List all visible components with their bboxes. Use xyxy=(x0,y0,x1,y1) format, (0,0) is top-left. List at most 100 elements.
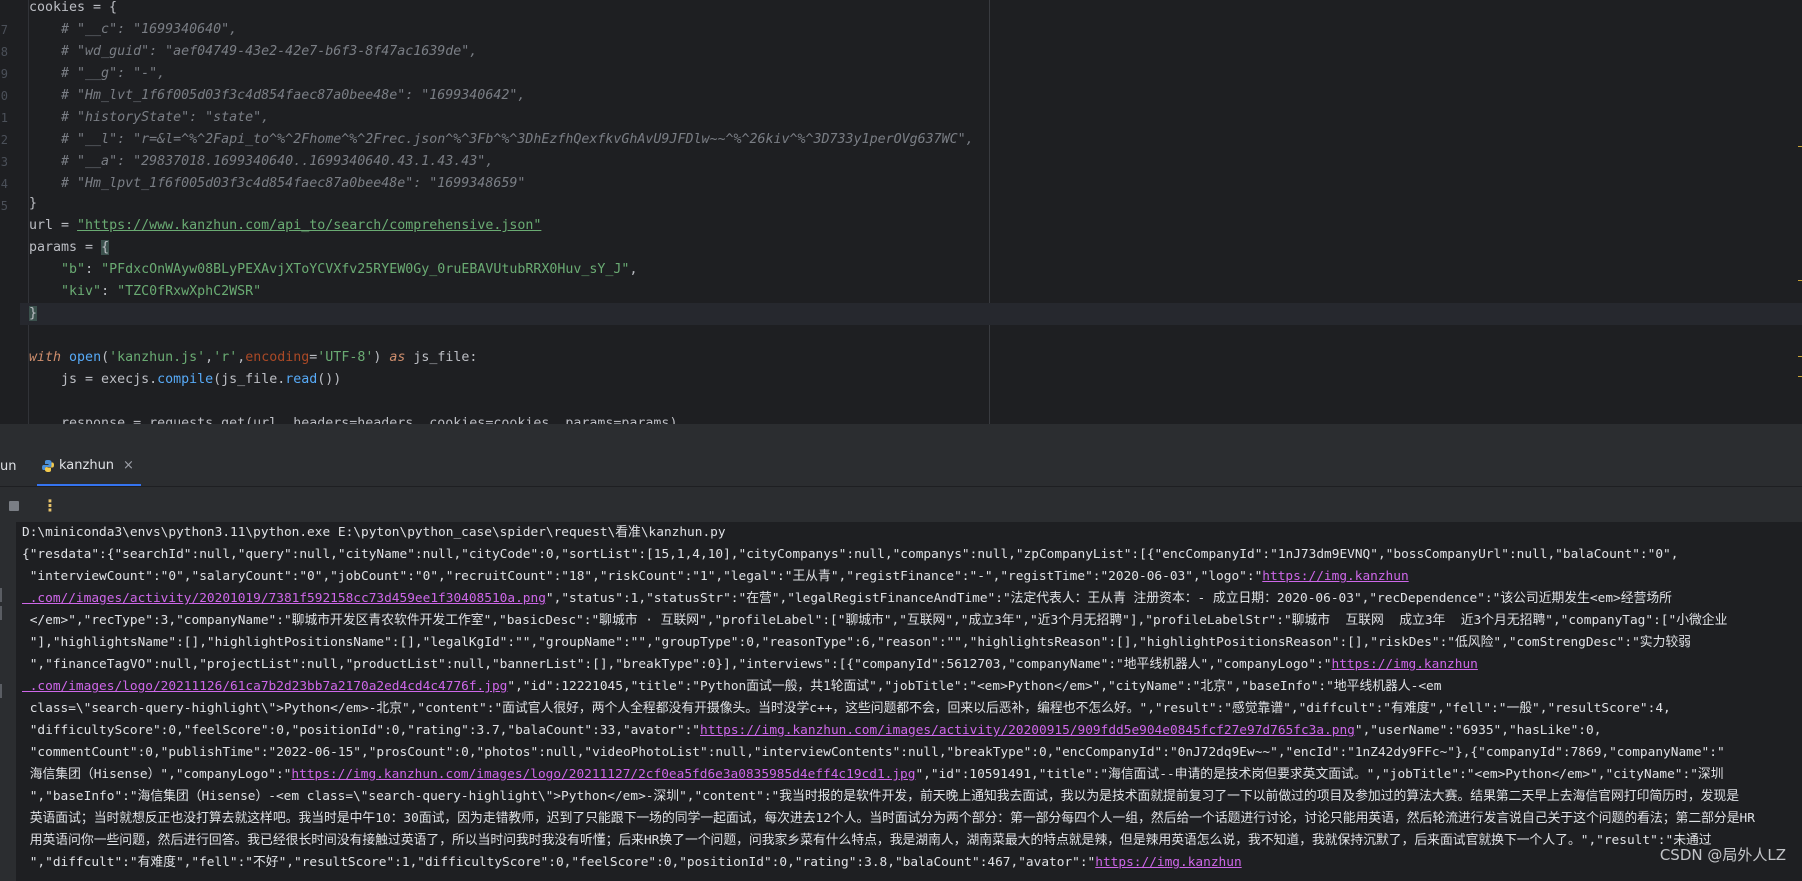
run-tab-bar: un kanzhun × xyxy=(0,446,1802,487)
console-output-line: 用英语问你一些问题，然后进行回答。我已经很长时间没有接触过英语了，所以当时问我时… xyxy=(22,830,1802,852)
console-text: class=\"search-query-highlight\">Python<… xyxy=(22,701,1671,716)
code-editor[interactable]: 7 8 9 0 1 2 3 4 5 cookies = { # "__c": "16993406… xyxy=(0,0,1802,424)
warning-marker[interactable] xyxy=(1798,356,1802,357)
console-link[interactable]: .com//images/activity/20201019/7381f5921… xyxy=(22,591,546,606)
console-text: "commentCount":0,"publishTime":"2022-06-… xyxy=(22,745,1725,760)
current-line-highlight xyxy=(20,303,1802,325)
console-text: 英语面试；当时就想反正也没打算去就这样吧。我当时是中午10：30面试，因为走错教… xyxy=(22,811,1755,826)
more-options-icon[interactable]: ⋮ xyxy=(42,496,58,515)
console-link[interactable]: .com/images/logo/20211126/61ca7b2d23bb7a… xyxy=(22,679,508,694)
line-number: 3 xyxy=(0,155,8,169)
console-text: </em>","recType":3,"companyName":"聊城市开发区… xyxy=(22,613,1728,628)
console-text: ","status":1,"statusStr":"在营","legalRegi… xyxy=(545,591,1672,606)
cookie-comment: # "wd_guid": "aef04749-43e2-42e7-b6f3-8f… xyxy=(61,44,478,59)
console-output-line: {"resdata":{"searchId":null,"query":null… xyxy=(22,544,1802,566)
console-text: ","id":10591491,"title":"海信面试--申请的是技术岗但要… xyxy=(915,767,1724,782)
console-output-line: "interviewCount":"0","salaryCount":"0","… xyxy=(22,566,1802,588)
code-line[interactable]: cookies = { xyxy=(29,0,117,19)
run-tab-label: kanzhun xyxy=(59,458,115,473)
code-line[interactable]: js = execjs.compile(js_file.read()) xyxy=(29,369,341,391)
stop-icon[interactable] xyxy=(9,501,19,511)
console-output-line: ","financeTagVO":null,"projectList":null… xyxy=(22,654,1802,676)
fold-marker xyxy=(0,588,2,602)
code-line[interactable]: # "__c": "1699340640", xyxy=(29,19,237,41)
console-output-line: 英语面试；当时就想反正也没打算去就这样吧。我当时是中午10：30面试，因为走错教… xyxy=(22,808,1802,830)
param-kiv-key: "kiv" xyxy=(61,284,102,299)
close-icon[interactable]: × xyxy=(123,458,134,473)
code-line[interactable]: # "__a": "29837018.1699340640..169934064… xyxy=(29,151,493,173)
console-link[interactable]: https://img.kanzhun xyxy=(1262,569,1408,584)
code-line[interactable]: "kiv": "TZC0fRxwXphC2WSR" xyxy=(29,281,261,303)
params-close-brace: } xyxy=(29,306,38,321)
js-assignment: js = execjs. xyxy=(61,372,158,387)
console-output-line: ","diffcult":"有难度","fell":"不好","resultSc… xyxy=(22,852,1802,874)
console-link[interactable]: https://img.kanzhun.com/images/logo/2021… xyxy=(291,767,915,782)
run-tab-previous[interactable]: un xyxy=(0,459,16,474)
console-output-line: .com//images/activity/20201019/7381f5921… xyxy=(22,588,1802,610)
with-target: js_file: xyxy=(405,350,478,365)
console-output-line: "difficultyScore":0,"feelScore":0,"posit… xyxy=(22,720,1802,742)
closing-brace: } xyxy=(29,196,38,211)
url-assignment: url = xyxy=(29,218,78,233)
line-gutter: 7 8 9 0 1 2 3 4 5 xyxy=(0,0,20,424)
code-line[interactable]: # "Hm_lvt_1f6f005d03f3c4d854faec87a0bee4… xyxy=(29,85,525,107)
console-text: "interviewCount":"0","salaryCount":"0","… xyxy=(22,569,1263,584)
code-line[interactable]: # "__l": "r=&l=^%^2Fapi_to^%^2Fhome^%^2F… xyxy=(29,129,974,151)
code-line[interactable]: params = { xyxy=(29,237,110,259)
params-open-brace: { xyxy=(101,240,110,255)
code-line[interactable]: "b": "PFdxcOnWAyw08BLyPEXAvjXToYCVXfv25R… xyxy=(29,259,637,281)
encoding-param: encoding xyxy=(245,350,310,365)
console-text: ","userName":"6935","hasLike":0, xyxy=(1354,723,1602,738)
console-text: ","financeTagVO":null,"projectList":null… xyxy=(22,657,1332,672)
run-console-output[interactable]: D:\miniconda3\envs\python3.11\python.exe… xyxy=(0,522,1802,881)
warning-marker[interactable] xyxy=(1798,146,1802,147)
param-b-key: "b" xyxy=(61,262,86,277)
with-keyword: with xyxy=(29,350,62,365)
encoding-value: 'UTF-8' xyxy=(317,350,374,365)
warning-marker[interactable] xyxy=(1798,376,1802,377)
console-link[interactable]: https://img.kanzhun xyxy=(1095,855,1241,870)
cookie-comment: # "__g": "-", xyxy=(61,66,166,81)
api-url-string[interactable]: "https://www.kanzhun.com/api_to/search/c… xyxy=(77,218,541,233)
console-output-line: .com/images/logo/20211126/61ca7b2d23bb7a… xyxy=(22,676,1802,698)
console-link[interactable]: https://img.kanzhun.com/images/activity/… xyxy=(700,723,1355,738)
active-tab-underline xyxy=(37,484,141,486)
run-tab-kanzhun[interactable]: kanzhun × xyxy=(37,446,141,486)
console-output-line: "commentCount":0,"publishTime":"2022-06-… xyxy=(22,742,1802,764)
line-number: 2 xyxy=(0,133,8,147)
code-line[interactable]: url = "https://www.kanzhun.com/api_to/se… xyxy=(29,215,541,237)
cookie-comment: # "Hm_lpvt_1f6f005d03f3c4d854faec87a0bee… xyxy=(61,176,526,191)
code-line[interactable]: # "__g": "-", xyxy=(29,63,165,85)
js-file-ref: (js_file. xyxy=(213,372,286,387)
code-line[interactable]: with open('kanzhun.js','r',encoding='UTF… xyxy=(29,347,477,369)
line-number: 4 xyxy=(0,177,8,191)
open-function: open xyxy=(69,350,102,365)
js-line-end: ()) xyxy=(317,372,342,387)
code-line-current[interactable]: } xyxy=(29,303,38,325)
console-command-line: D:\miniconda3\envs\python3.11\python.exe… xyxy=(22,525,726,540)
code-line-partial[interactable]: response = requests.get(url, headers=hea… xyxy=(29,413,677,424)
fold-marker xyxy=(0,606,2,620)
python-icon xyxy=(42,460,54,472)
run-toolbar: ⋮ xyxy=(0,490,1802,522)
console-link[interactable]: https://img.kanzhun xyxy=(1331,657,1477,672)
read-function: read xyxy=(285,372,318,387)
compile-function: compile xyxy=(157,372,214,387)
line-number: 7 xyxy=(0,23,8,37)
warning-marker[interactable] xyxy=(1798,280,1802,281)
console-text: 海信集团（Hisense）","companyLogo":" xyxy=(22,767,292,782)
cookies-assignment: cookies = { xyxy=(29,0,118,15)
fold-marker xyxy=(0,684,2,698)
open-mode: 'r' xyxy=(213,350,238,365)
console-output-line: </em>","recType":3,"companyName":"聊城市开发区… xyxy=(22,610,1802,632)
as-keyword: as xyxy=(389,350,406,365)
console-output-line: ","baseInfo":"海信集团（Hisense）-<em class=\"… xyxy=(22,786,1802,808)
right-margin-guide xyxy=(989,0,990,424)
code-line[interactable]: # "historyState": "state", xyxy=(29,107,269,129)
console-text: ","baseInfo":"海信集团（Hisense）-<em class=\"… xyxy=(22,789,1740,804)
cookie-comment: # "__l": "r=&l=^%^2Fapi_to^%^2Fhome^%^2F… xyxy=(61,132,974,147)
cookie-comment: # "Hm_lvt_1f6f005d03f3c4d854faec87a0bee4… xyxy=(61,88,526,103)
code-line[interactable]: # "wd_guid": "aef04749-43e2-42e7-b6f3-8f… xyxy=(29,41,477,63)
code-line[interactable]: } xyxy=(29,193,37,215)
code-line[interactable]: # "Hm_lpvt_1f6f005d03f3c4d854faec87a0bee… xyxy=(29,173,525,195)
